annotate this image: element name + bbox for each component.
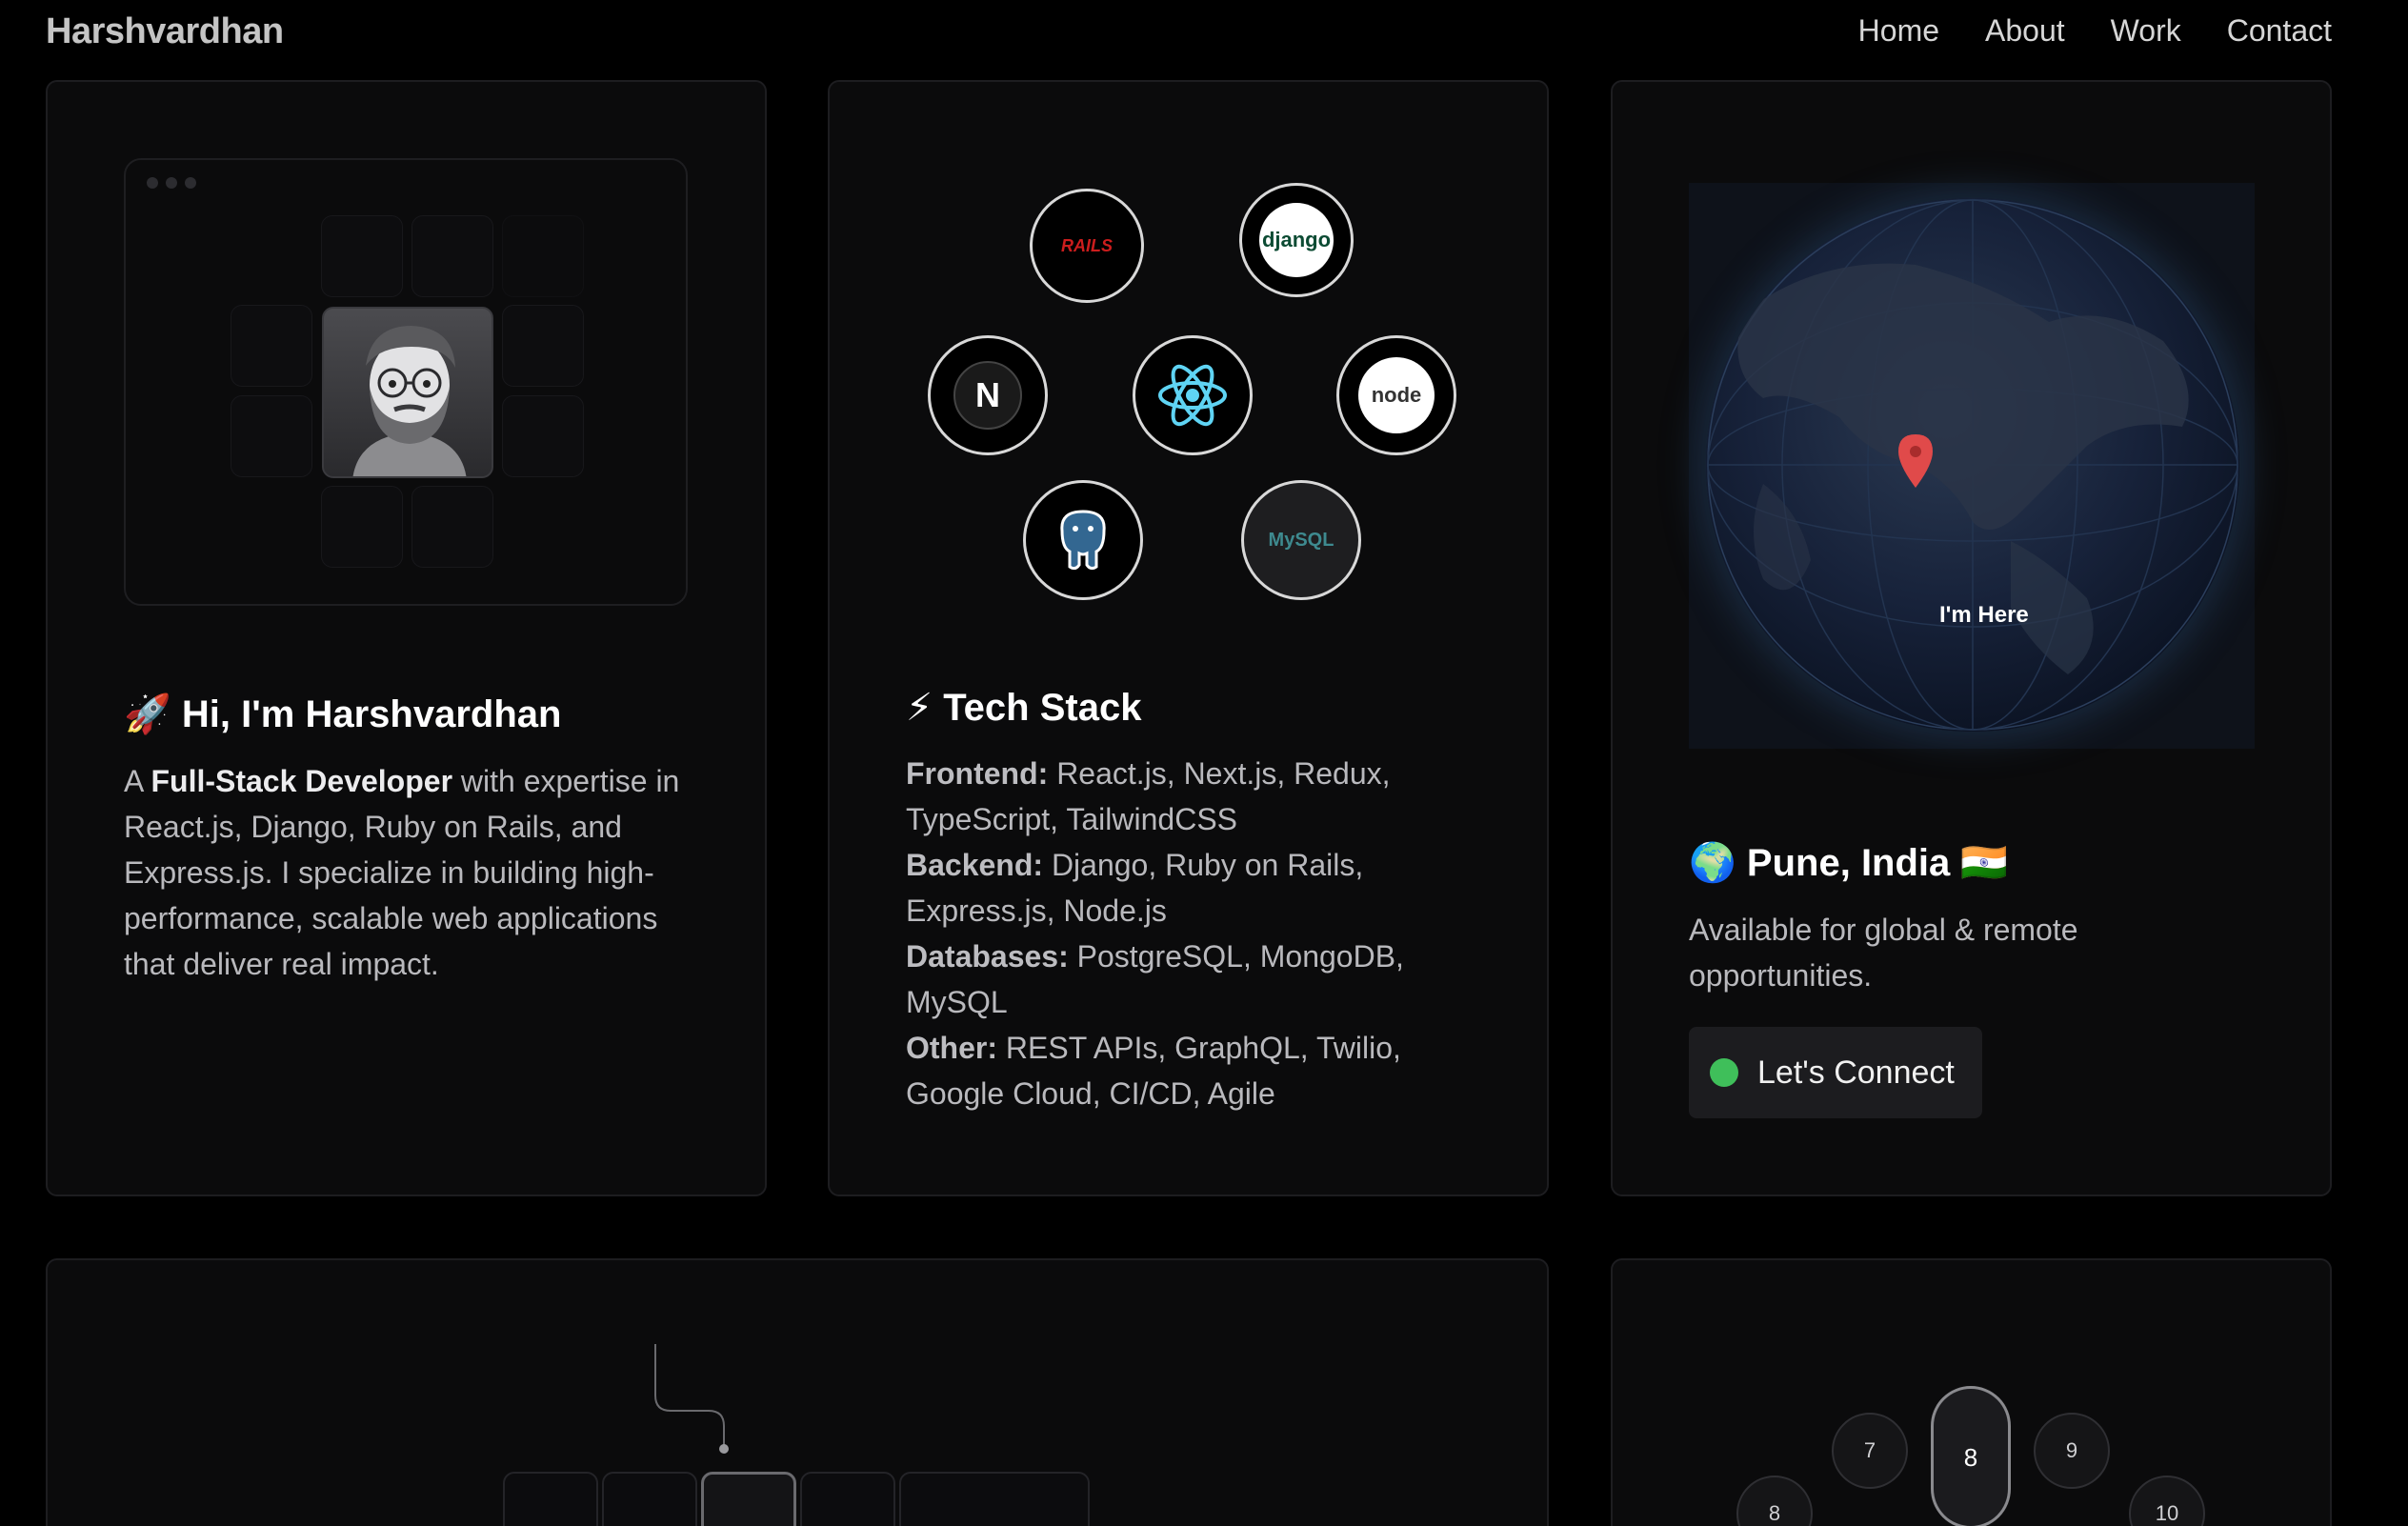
map-marker-label: I'm Here: [1939, 602, 2029, 628]
intro-card: 🚀 Hi, I'm Harshvardhan A Full-Stack Deve…: [46, 80, 767, 1196]
memoji-avatar-icon: [352, 326, 467, 476]
intro-description: A Full-Stack Developer with expertise in…: [124, 764, 680, 981]
stack-other: Other: REST APIs, GraphQL, Twilio, Googl…: [906, 1031, 1401, 1111]
map-pin-icon: [1898, 434, 1933, 488]
dial-item[interactable]: 7: [1832, 1413, 1908, 1489]
dial-item[interactable]: 10: [2129, 1476, 2205, 1526]
tech-stack-card: RAILS django N node MySQL ⚡ Tech Stack F…: [828, 80, 1549, 1196]
nav-link-contact[interactable]: Contact: [2227, 13, 2332, 49]
online-status-dot: [1710, 1058, 1738, 1087]
location-card: I'm Here 🌍 Pune, India 🇮🇳 Available for …: [1611, 80, 2332, 1196]
dial-item[interactable]: 9: [2034, 1413, 2110, 1489]
site-logo[interactable]: Harshvardhan: [46, 11, 284, 52]
globe-icon: [1706, 198, 2239, 732]
lets-connect-label: Let's Connect: [1757, 1054, 1955, 1091]
stack-databases: Databases: PostgreSQL, MongoDB, MySQL: [906, 939, 1404, 1019]
role-highlight: Full-Stack Developer: [150, 764, 453, 798]
cable-icon: [654, 1344, 729, 1454]
nav-link-home[interactable]: Home: [1858, 13, 1939, 49]
availability-text: Available for global & remote opportunit…: [1689, 913, 2078, 993]
dial-card: 8 7 8 9 10: [1611, 1258, 2332, 1526]
top-nav: Harshvardhan Home About Work Contact: [0, 0, 2408, 67]
react-icon: [1133, 335, 1253, 455]
django-icon: django: [1239, 183, 1354, 297]
nextjs-icon: N: [928, 335, 1048, 455]
avatar: [322, 307, 493, 478]
stack-frontend: Frontend: React.js, Next.js, Redux, Type…: [906, 756, 1391, 836]
intro-title: 🚀 Hi, I'm Harshvardhan: [124, 693, 562, 735]
nodejs-icon: node: [1336, 335, 1456, 455]
tech-stack-title: ⚡ Tech Stack: [906, 687, 1142, 729]
tech-stack-list: Frontend: React.js, Next.js, Redux, Type…: [906, 751, 1439, 1116]
keyboard-key[interactable]: [701, 1472, 796, 1526]
stack-backend: Backend: Django, Ruby on Rails, Express.…: [906, 848, 1364, 928]
keyboard-card: [46, 1258, 1549, 1526]
location-title: 🌍 Pune, India 🇮🇳: [1689, 842, 2009, 884]
dial-item[interactable]: 8: [1736, 1476, 1813, 1526]
dial-selected-item[interactable]: 8: [1931, 1386, 2011, 1526]
globe-container[interactable]: I'm Here: [1689, 183, 2255, 749]
postgresql-icon: [1023, 480, 1143, 600]
nav-link-about[interactable]: About: [1985, 13, 2065, 49]
lets-connect-button[interactable]: Let's Connect: [1689, 1027, 1982, 1118]
mysql-icon: MySQL: [1241, 480, 1361, 600]
nav-link-work[interactable]: Work: [2111, 13, 2181, 49]
nav-links: Home About Work Contact: [1858, 13, 2332, 49]
rails-icon: RAILS: [1030, 189, 1144, 303]
window-dots: [147, 177, 196, 189]
